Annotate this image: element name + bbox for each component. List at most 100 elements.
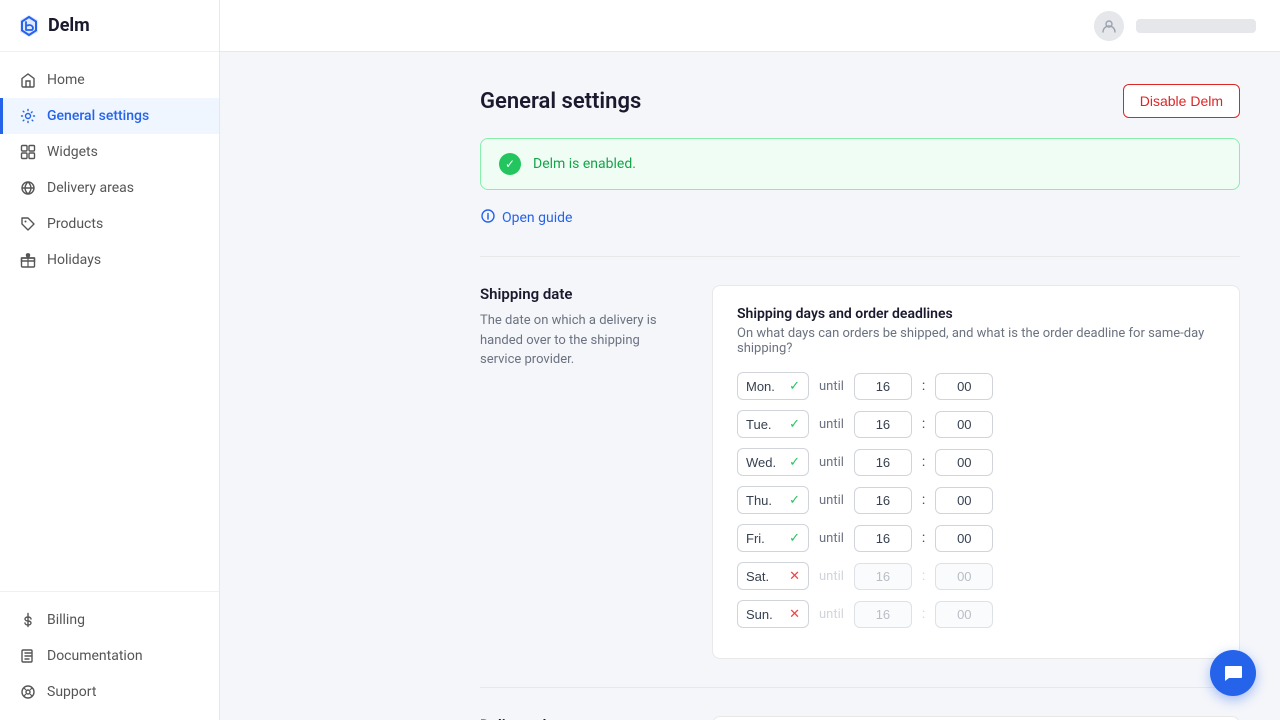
colon-sat: : [922, 568, 925, 584]
delivery-date-content: Require customer location match Display … [712, 716, 1240, 720]
colon-sun: : [922, 606, 925, 622]
day-label-fri: Fri. [746, 531, 765, 546]
until-label-sun: until [819, 607, 844, 622]
hour-select-sat: 16 [854, 563, 912, 590]
shipping-date-section: Shipping date The date on which a delive… [480, 256, 1240, 687]
shipping-date-content: Shipping days and order deadlines On wha… [712, 285, 1240, 659]
minute-select-tue[interactable]: 00 [935, 411, 993, 438]
minute-select-mon[interactable]: 00 [935, 373, 993, 400]
logo-icon [16, 13, 42, 39]
day-cross-sun: ✕ [789, 606, 800, 622]
hour-select-thu[interactable]: 16 [854, 487, 912, 514]
sidebar-item-holidays[interactable]: Holidays [0, 242, 219, 278]
hour-select-tue[interactable]: 16 [854, 411, 912, 438]
until-label-mon: until [819, 379, 844, 394]
day-check-wed: ✓ [789, 454, 800, 470]
until-label-wed: until [819, 455, 844, 470]
delivery-date-label: Delivery date The date on which a delive… [480, 716, 680, 720]
day-button-tue[interactable]: Tue. ✓ [737, 410, 809, 438]
sidebar-item-general-settings-label: General settings [47, 108, 149, 124]
day-cross-sat: ✕ [789, 568, 800, 584]
sidebar-item-home[interactable]: Home [0, 62, 219, 98]
page-title: General settings [480, 89, 641, 114]
shipping-date-description: The date on which a delivery is handed o… [480, 311, 680, 370]
alert-check-icon: ✓ [499, 153, 521, 175]
sidebar-nav: Home General settings Widgets Delivery a… [0, 52, 219, 591]
day-row-fri: Fri. ✓ until 16 : 00 [737, 524, 1215, 552]
day-button-thu[interactable]: Thu. ✓ [737, 486, 809, 514]
day-label-wed: Wed. [746, 455, 776, 470]
support-icon [19, 683, 37, 701]
day-check-thu: ✓ [789, 492, 800, 508]
minute-select-fri[interactable]: 00 [935, 525, 993, 552]
minute-select-sun: 00 [935, 601, 993, 628]
day-button-fri[interactable]: Fri. ✓ [737, 524, 809, 552]
day-check-tue: ✓ [789, 416, 800, 432]
hour-select-fri[interactable]: 16 [854, 525, 912, 552]
day-row-tue: Tue. ✓ until 16 : 00 [737, 410, 1215, 438]
chat-button[interactable] [1210, 650, 1256, 696]
disable-delm-button[interactable]: Disable Delm [1123, 84, 1240, 118]
shipping-days-card-title: Shipping days and order deadlines [737, 306, 1215, 322]
open-guide-label: Open guide [502, 210, 572, 226]
open-guide-link[interactable]: Open guide [480, 208, 1240, 228]
sidebar-item-billing[interactable]: Billing [0, 602, 219, 638]
widget-icon [19, 143, 37, 161]
logo: Delm [0, 0, 219, 52]
day-button-wed[interactable]: Wed. ✓ [737, 448, 809, 476]
page-header: General settings Disable Delm [480, 84, 1240, 118]
day-check-mon: ✓ [789, 378, 800, 394]
sidebar-item-delivery-areas[interactable]: Delivery areas [0, 170, 219, 206]
hour-select-mon[interactable]: 16 [854, 373, 912, 400]
day-label-sun: Sun. [746, 607, 773, 622]
until-label-sat: until [819, 569, 844, 584]
delivery-date-heading: Delivery date [480, 716, 680, 720]
day-label-mon: Mon. [746, 379, 775, 394]
day-row-wed: Wed. ✓ until 16 : 00 [737, 448, 1215, 476]
day-row-sat: Sat. ✕ until 16 : 00 [737, 562, 1215, 590]
shipping-days-card: Shipping days and order deadlines On wha… [712, 285, 1240, 659]
user-avatar [1094, 11, 1124, 41]
book-icon [19, 647, 37, 665]
day-row-mon: Mon. ✓ until 16 : 00 [737, 372, 1215, 400]
day-row-thu: Thu. ✓ until 16 : 00 [737, 486, 1215, 514]
sidebar-item-widgets[interactable]: Widgets [0, 134, 219, 170]
minute-select-wed[interactable]: 00 [935, 449, 993, 476]
day-check-fri: ✓ [789, 530, 800, 546]
sidebar-item-products-label: Products [47, 216, 103, 232]
colon-mon: : [922, 378, 925, 394]
sidebar-item-billing-label: Billing [47, 612, 85, 628]
delivery-date-section: Delivery date The date on which a delive… [480, 687, 1240, 720]
sidebar-bottom: Billing Documentation Support [0, 591, 219, 720]
day-button-sun[interactable]: Sun. ✕ [737, 600, 809, 628]
colon-thu: : [922, 492, 925, 508]
gift-icon [19, 251, 37, 269]
day-button-mon[interactable]: Mon. ✓ [737, 372, 809, 400]
user-name-bar [1136, 19, 1256, 33]
sidebar-item-delivery-areas-label: Delivery areas [47, 180, 134, 196]
success-alert: ✓ Delm is enabled. [480, 138, 1240, 190]
day-button-sat[interactable]: Sat. ✕ [737, 562, 809, 590]
sidebar-item-products[interactable]: Products [0, 206, 219, 242]
shipping-date-heading: Shipping date [480, 285, 680, 303]
sidebar-item-support-label: Support [47, 684, 96, 700]
hour-select-wed[interactable]: 16 [854, 449, 912, 476]
dollar-icon [19, 611, 37, 629]
sidebar-item-documentation[interactable]: Documentation [0, 638, 219, 674]
minute-select-sat: 00 [935, 563, 993, 590]
shipping-days-card-subtitle: On what days can orders be shipped, and … [737, 326, 1215, 356]
topbar [220, 0, 1280, 52]
day-label-tue: Tue. [746, 417, 772, 432]
until-label-fri: until [819, 531, 844, 546]
day-label-sat: Sat. [746, 569, 769, 584]
sidebar-item-documentation-label: Documentation [47, 648, 143, 664]
sidebar: Delm Home General settings Widgets [0, 0, 220, 720]
minute-select-thu[interactable]: 00 [935, 487, 993, 514]
until-label-tue: until [819, 417, 844, 432]
colon-fri: : [922, 530, 925, 546]
sidebar-item-support[interactable]: Support [0, 674, 219, 710]
sidebar-item-general-settings[interactable]: General settings [0, 98, 219, 134]
day-label-thu: Thu. [746, 493, 772, 508]
gear-icon [19, 107, 37, 125]
tag-icon [19, 215, 37, 233]
